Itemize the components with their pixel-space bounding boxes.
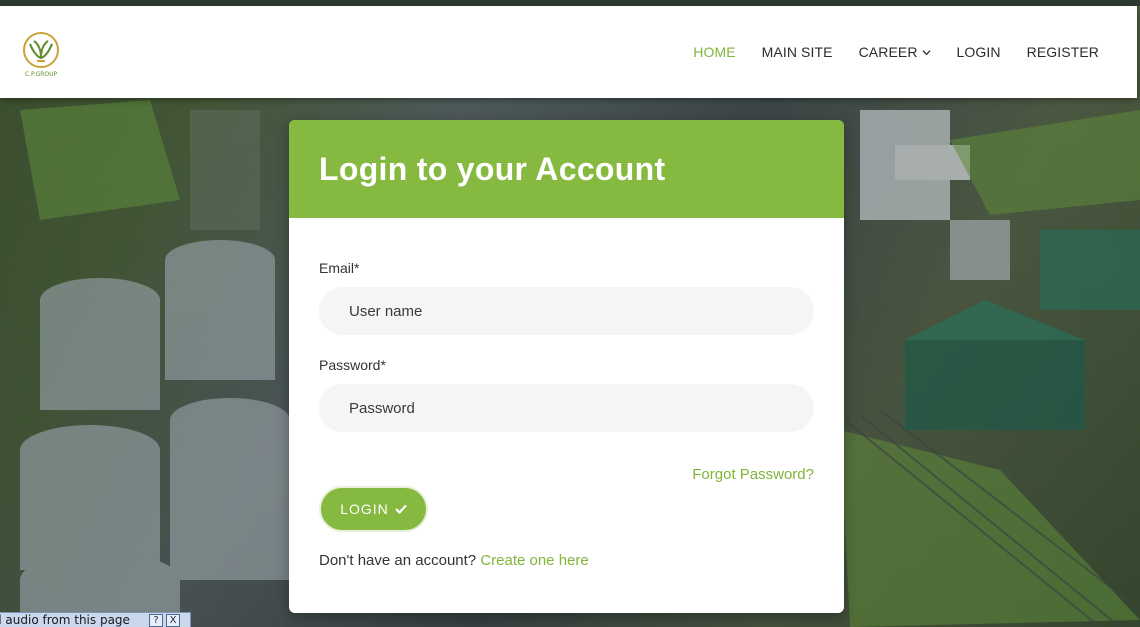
forgot-password-link[interactable]: Forgot Password? bbox=[692, 466, 814, 483]
nav-login[interactable]: LOGIN bbox=[957, 44, 1001, 60]
audio-notification-bar: d audio from this page ? X bbox=[0, 612, 191, 627]
signup-text: Don't have an account? bbox=[319, 552, 481, 569]
chevron-down-icon bbox=[922, 49, 931, 55]
nav-home[interactable]: HOME bbox=[693, 44, 735, 60]
create-account-link[interactable]: Create one here bbox=[480, 552, 588, 569]
check-icon bbox=[395, 504, 407, 514]
password-field[interactable] bbox=[319, 384, 814, 432]
signup-prompt: Don't have an account? Create one here bbox=[319, 552, 589, 569]
nav-register[interactable]: REGISTER bbox=[1027, 44, 1099, 60]
help-button[interactable]: ? bbox=[149, 613, 163, 627]
login-card: Login to your Account Email* Password* F… bbox=[289, 120, 844, 613]
nav-career[interactable]: CAREER bbox=[859, 44, 931, 60]
site-header: C.P.GROUP HOME MAIN SITE CAREER LOGIN RE… bbox=[0, 6, 1137, 98]
audio-bar-text: d audio from this page bbox=[0, 613, 130, 627]
nav-main-site[interactable]: MAIN SITE bbox=[762, 44, 833, 60]
main-nav: HOME MAIN SITE CAREER LOGIN REGISTER bbox=[693, 44, 1099, 60]
login-title: Login to your Account bbox=[319, 150, 666, 187]
cp-group-logo[interactable]: C.P.GROUP bbox=[21, 30, 61, 78]
login-button-label: LOGIN bbox=[340, 501, 389, 517]
login-card-header: Login to your Account bbox=[289, 120, 844, 218]
email-label: Email* bbox=[319, 260, 360, 276]
login-form: Email* Password* Forgot Password? LOGIN … bbox=[289, 218, 844, 569]
password-label: Password* bbox=[319, 357, 386, 373]
svg-text:C.P.GROUP: C.P.GROUP bbox=[25, 71, 58, 78]
close-button[interactable]: X bbox=[166, 613, 180, 627]
email-field[interactable] bbox=[319, 287, 814, 335]
login-button[interactable]: LOGIN bbox=[319, 486, 428, 532]
